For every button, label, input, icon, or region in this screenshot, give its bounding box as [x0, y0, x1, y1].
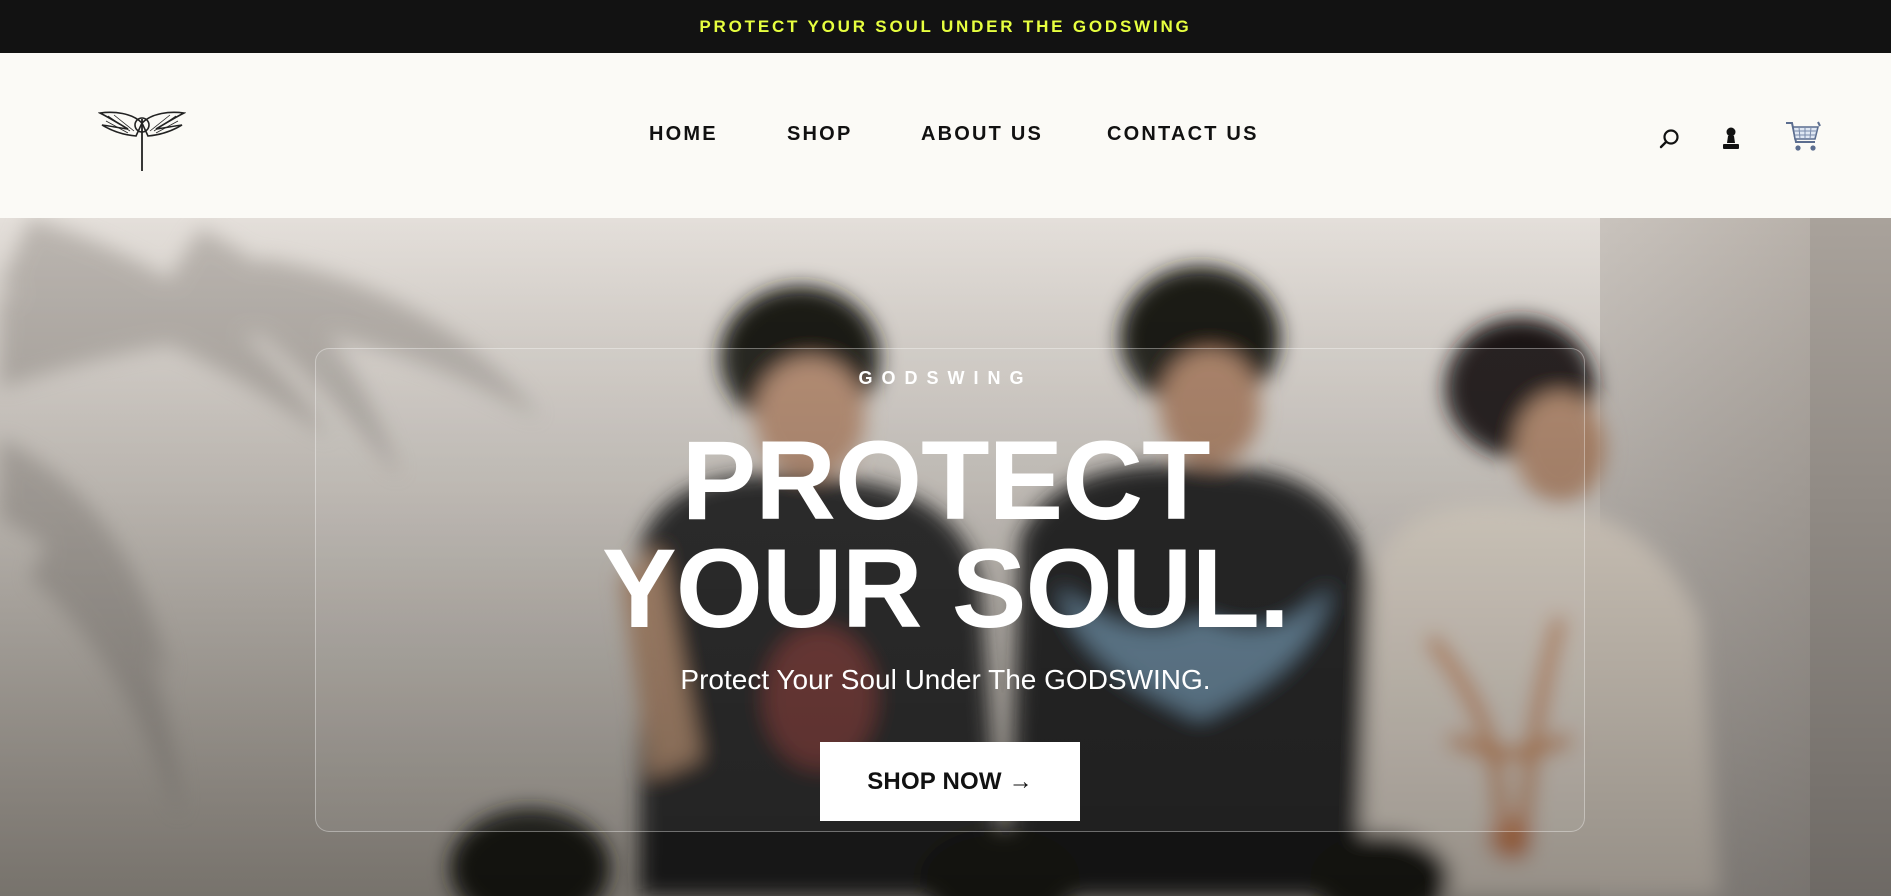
hero-headline-line-2: YOUR SOUL. — [602, 526, 1290, 651]
nav-shop[interactable]: SHOP — [787, 123, 852, 146]
site-header: HOME SHOP ABOUT US CONTACT US — [0, 53, 1891, 218]
hero-subtitle: Protect Your Soul Under The GODSWING. — [680, 664, 1211, 695]
nav-about-us[interactable]: ABOUT US — [921, 123, 1043, 146]
hero-headline-line-1: PROTECT — [681, 418, 1210, 543]
announcement-text: PROTECT YOUR SOUL UNDER THE GODSWING — [699, 16, 1192, 36]
nav-home[interactable]: HOME — [649, 123, 718, 146]
announcement-bar: PROTECT YOUR SOUL UNDER THE GODSWING — [0, 0, 1891, 53]
hero-eyebrow: GODSWING — [858, 368, 1033, 388]
main-nav: HOME SHOP ABOUT US CONTACT US — [0, 53, 1891, 218]
search-icon[interactable] — [1652, 121, 1688, 157]
nav-contact-us[interactable]: CONTACT US — [1107, 123, 1259, 146]
account-icon[interactable] — [1713, 121, 1749, 157]
hero-section: GODSWING PROTECT YOUR SOUL. Protect Your… — [0, 218, 1891, 896]
cart-icon[interactable] — [1783, 117, 1823, 157]
shop-now-button[interactable]: SHOP NOW → — [820, 742, 1080, 821]
